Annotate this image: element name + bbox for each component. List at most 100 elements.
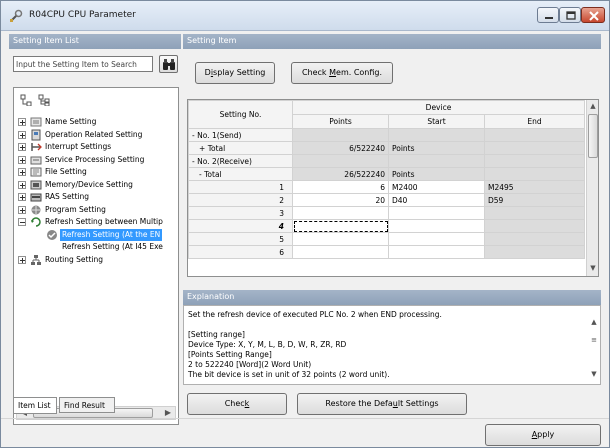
table-row[interactable]: 3 — [188, 206, 585, 220]
start-cell[interactable]: D40 — [388, 193, 485, 207]
maximize-button[interactable] — [559, 7, 581, 23]
table-row[interactable]: 4 — [188, 219, 585, 233]
explanation-line: [Setting range] — [188, 330, 245, 339]
explanation-scrollbar[interactable]: ▲ ≡ ▼ — [588, 306, 600, 384]
header-setting-no: Setting No. — [188, 100, 293, 129]
start-cell[interactable] — [388, 219, 485, 233]
ras-icon — [30, 191, 42, 203]
setting-item-list-header: Setting Item List — [9, 34, 181, 49]
expand-all-icon[interactable] — [20, 94, 34, 107]
points-cell[interactable]: 20 — [292, 193, 389, 207]
interrupt-icon — [30, 141, 42, 153]
refresh-icon — [30, 216, 42, 228]
end-cell — [484, 245, 585, 259]
scroll-down-icon[interactable]: ▼ — [588, 368, 600, 380]
restore-default-button[interactable]: Restore the Default Settings — [297, 393, 467, 415]
header-start: Start — [388, 114, 485, 129]
expand-icon[interactable] — [18, 143, 26, 151]
check-button[interactable]: Check — [187, 393, 287, 415]
scroll-up-icon[interactable]: ▲ — [588, 316, 600, 328]
start-cell[interactable] — [388, 232, 485, 246]
close-button[interactable] — [581, 7, 605, 23]
scroll-up-icon[interactable]: ▲ — [587, 100, 598, 112]
group-label[interactable]: - No. 2(Receive) — [188, 154, 293, 168]
group-label[interactable]: - No. 1(Send) — [188, 128, 293, 142]
header-points: Points — [292, 114, 389, 129]
collapse-icon[interactable]: - — [192, 131, 195, 140]
file-icon — [30, 166, 42, 178]
footer-divider — [1, 418, 609, 419]
scroll-down-icon[interactable]: ▼ — [587, 262, 598, 274]
table-row[interactable]: - Total 26/522240 Points — [188, 167, 585, 181]
collapse-icon[interactable]: - — [199, 170, 202, 179]
expand-icon[interactable] — [18, 255, 26, 264]
start-cell[interactable] — [388, 206, 485, 220]
collapse-icon[interactable] — [18, 218, 26, 226]
collapse-icon[interactable]: - — [192, 157, 195, 166]
apply-button[interactable]: Apply — [485, 424, 601, 446]
scroll-thumb-icon[interactable]: ≡ — [588, 334, 600, 346]
end-cell: D59 — [484, 193, 585, 207]
table-row[interactable]: 1 6 M2400 M2495 — [188, 180, 585, 194]
table-row[interactable]: 2 20 D40 D59 — [188, 193, 585, 207]
header-device: Device — [292, 100, 585, 115]
table-row[interactable]: - No. 1(Send) — [188, 128, 585, 142]
name-icon — [30, 116, 42, 128]
binoculars-icon — [163, 59, 175, 70]
end-cell — [484, 232, 585, 246]
end-cell — [484, 206, 585, 220]
points-cell[interactable]: 6 — [292, 180, 389, 194]
explanation-line: Device Type: X, Y, M, L, B, D, W, R, ZR,… — [188, 340, 347, 349]
explanation-line: Set the refresh device of executed PLC N… — [188, 310, 442, 319]
explanation-line: 2 to 522240 [Word](2 Word Unit) — [188, 360, 312, 369]
explanation-line: [Points Setting Range] — [188, 350, 272, 359]
points-cell-focused[interactable] — [292, 219, 389, 233]
search-input[interactable]: Input the Setting Item to Search — [13, 56, 153, 72]
end-cell — [484, 219, 585, 233]
expand-icon[interactable] — [18, 168, 26, 176]
display-setting-button[interactable]: Display Setting — [195, 62, 275, 84]
tab-find-result[interactable]: Find Result — [59, 397, 115, 413]
points-cell[interactable] — [292, 245, 389, 259]
cpu-parameter-window: R04CPU CPU Parameter Setting Item List I… — [0, 0, 610, 448]
minimize-button[interactable] — [537, 7, 559, 23]
table-row[interactable]: 6 — [188, 245, 585, 259]
points-cell[interactable] — [292, 206, 389, 220]
service-icon — [30, 154, 42, 166]
setting-item-header: Setting Item — [183, 34, 601, 49]
routing-icon — [30, 254, 42, 266]
total-label[interactable]: - Total — [188, 167, 293, 181]
grid-vertical-scrollbar[interactable]: ▲ ▼ — [586, 100, 598, 276]
scrollbar-thumb[interactable] — [588, 114, 598, 158]
start-cell[interactable]: M2400 — [388, 180, 485, 194]
setting-tree[interactable]: Name Setting Operation Related Setting I… — [13, 87, 179, 425]
header-end: End — [484, 114, 585, 129]
end-cell: M2495 — [484, 180, 585, 194]
search-button[interactable] — [159, 55, 178, 73]
check-mem-config-button[interactable]: Check Mem. Config. — [291, 62, 393, 84]
expand-icon[interactable] — [18, 193, 26, 201]
expand-icon[interactable]: + — [199, 144, 205, 153]
expand-icon[interactable] — [18, 118, 26, 126]
expand-icon[interactable] — [18, 180, 26, 189]
table-row[interactable]: - No. 2(Receive) — [188, 154, 585, 168]
operation-icon — [30, 129, 42, 141]
table-row[interactable]: + Total 6/522240 Points — [188, 141, 585, 155]
table-row[interactable]: 5 — [188, 232, 585, 246]
memory-icon — [30, 179, 42, 191]
refresh-setting-grid[interactable]: Setting No. Device Points Start End - No… — [187, 99, 599, 277]
collapse-all-icon[interactable] — [38, 94, 52, 107]
tab-item-list[interactable]: Item List — [13, 397, 57, 414]
expand-icon[interactable] — [18, 205, 26, 214]
explanation-line: The bit device is set in unit of 32 poin… — [188, 370, 390, 379]
start-cell[interactable] — [388, 245, 485, 259]
total-label[interactable]: + Total — [188, 141, 293, 155]
expand-icon[interactable] — [18, 130, 26, 139]
expand-icon[interactable] — [18, 155, 26, 164]
points-cell[interactable] — [292, 232, 389, 246]
check-circle-icon — [46, 229, 58, 241]
setting-item-list-panel: Setting Item List Input the Setting Item… — [9, 31, 181, 425]
title-bar[interactable]: R04CPU CPU Parameter — [1, 1, 609, 31]
explanation-text-box: Set the refresh device of executed PLC N… — [183, 305, 601, 385]
window-title: R04CPU CPU Parameter — [29, 10, 136, 20]
